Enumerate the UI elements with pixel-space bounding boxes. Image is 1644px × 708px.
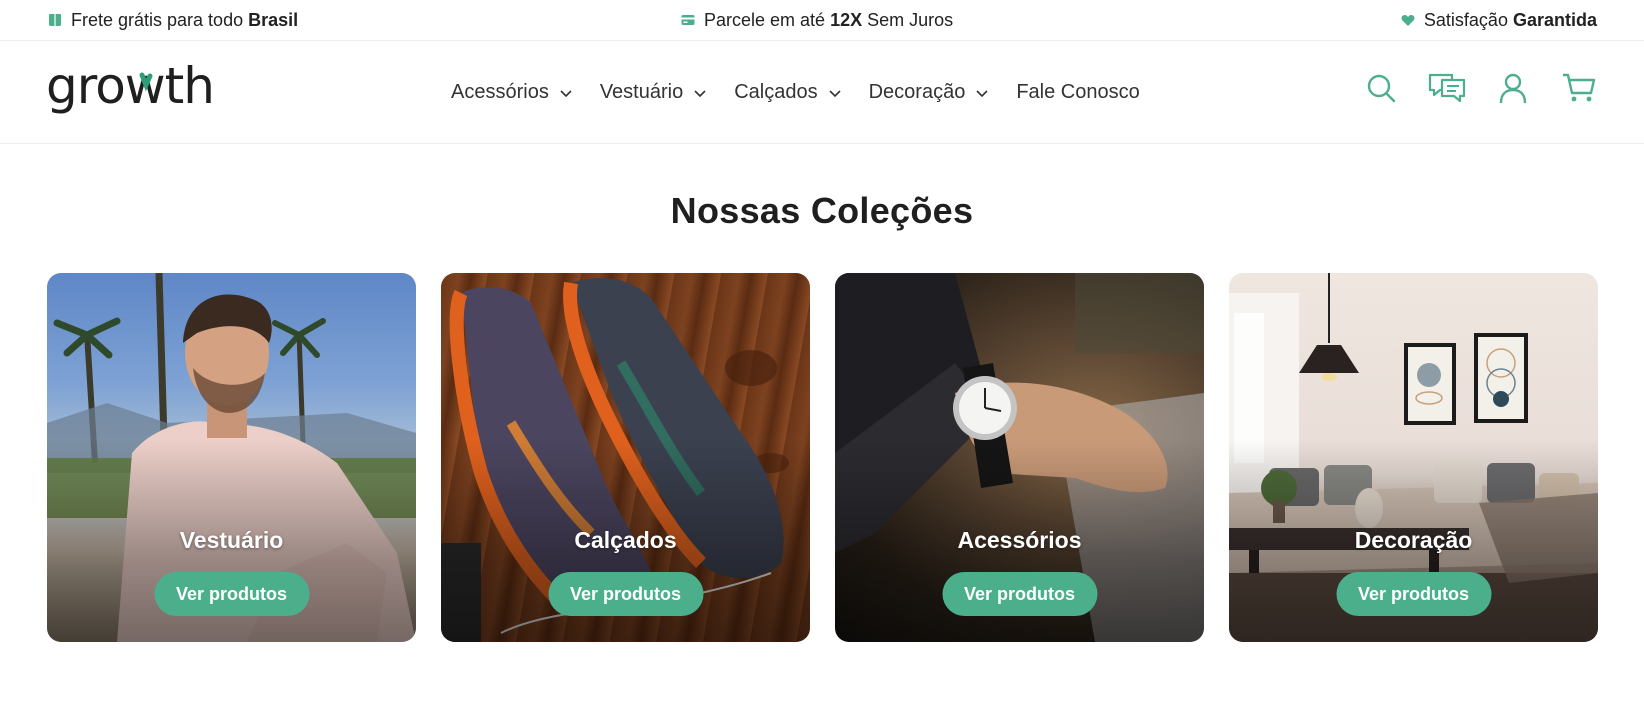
satisfaction-text: Satisfação <box>1423 9 1513 30</box>
growth-logo[interactable]: growth <box>46 57 236 121</box>
collection-title: Vestuário <box>179 527 284 553</box>
chevron-down-icon <box>975 86 989 100</box>
package-icon <box>47 12 63 28</box>
nav-item-fale-conosco[interactable]: Fale Conosco <box>1016 81 1139 104</box>
nav-item-label: Acessórios <box>451 81 549 103</box>
collection-card-calcados[interactable]: Calçados Ver produtos <box>441 273 810 642</box>
collection-card-vestuario[interactable]: Vestuário Ver produtos <box>47 273 416 642</box>
heart-icon <box>1400 12 1416 28</box>
credit-card-icon <box>680 12 696 28</box>
cart-icon[interactable] <box>1560 69 1598 107</box>
collection-card-decoracao[interactable]: Decoração Ver produtos <box>1229 273 1598 642</box>
view-products-button[interactable]: Ver produtos <box>548 572 703 616</box>
header-actions <box>1362 69 1598 107</box>
installments-bold: 12X <box>830 9 863 30</box>
logo-text: growth <box>46 61 214 115</box>
nav-item-acessorios[interactable]: Acessórios <box>451 81 573 104</box>
user-icon[interactable] <box>1494 69 1532 107</box>
free-shipping-text: Frete grátis para todo <box>71 9 249 30</box>
installments-notice: Parcele em até 12X Sem Juros <box>680 0 953 40</box>
nav-item-label: Vestuário <box>599 81 684 103</box>
top-info-bar: Frete grátis para todo Brasil Parcele em… <box>0 0 1644 41</box>
view-products-button[interactable]: Ver produtos <box>1336 572 1491 616</box>
nav-item-decoracao[interactable]: Decoração <box>869 81 990 104</box>
satisfaction-notice: Satisfação Garantida <box>1400 0 1597 40</box>
nav-item-label: Fale Conosco <box>1016 81 1140 103</box>
free-shipping-bold: Brasil <box>248 9 299 30</box>
nav-item-label: Calçados <box>734 81 818 103</box>
nav-item-calcados[interactable]: Calçados <box>734 81 841 104</box>
chevron-down-icon <box>828 86 842 100</box>
main-nav: Acessórios Vestuário Calçados Decoração … <box>451 41 1167 144</box>
installments-text: Parcele em até <box>704 9 831 30</box>
installments-suffix: Sem Juros <box>862 9 954 30</box>
search-icon[interactable] <box>1362 69 1400 107</box>
collection-card-acessorios[interactable]: Acessórios Ver produtos <box>835 273 1204 642</box>
view-products-button[interactable]: Ver produtos <box>942 572 1097 616</box>
chat-icon[interactable] <box>1428 69 1466 107</box>
nav-item-vestuario[interactable]: Vestuário <box>600 81 707 104</box>
nav-item-label: Decoração <box>868 81 966 103</box>
view-products-button[interactable]: Ver produtos <box>154 572 309 616</box>
collection-title: Decoração <box>1354 527 1473 553</box>
collections-grid: Vestuário Ver produtos Calçados Ver prod… <box>47 273 1598 642</box>
free-shipping-notice: Frete grátis para todo Brasil <box>47 0 298 40</box>
page-title: Nossas Coleções <box>670 190 974 231</box>
satisfaction-bold: Garantida <box>1512 9 1597 30</box>
chevron-down-icon <box>693 86 707 100</box>
site-header: growth Acessórios Vestuário Calçados Dec… <box>0 41 1644 144</box>
collection-title: Calçados <box>574 527 677 553</box>
collection-title: Acessórios <box>957 527 1082 553</box>
chevron-down-icon <box>559 86 573 100</box>
